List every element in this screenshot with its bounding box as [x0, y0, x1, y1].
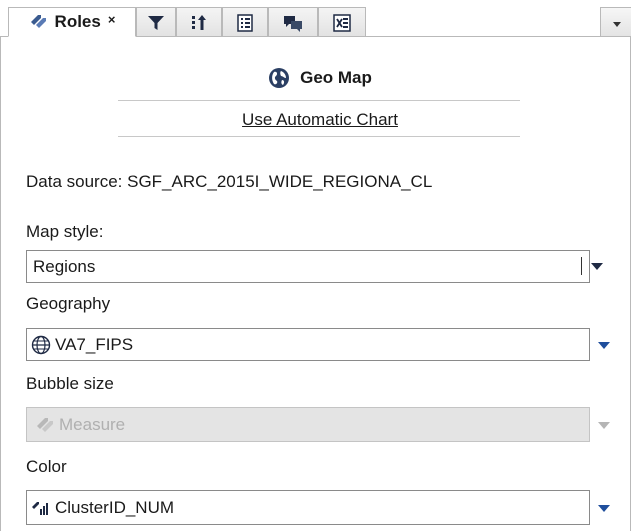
close-icon[interactable]: ×	[108, 12, 116, 27]
tab-roles[interactable]: Roles ×	[8, 7, 136, 37]
comments-icon	[284, 15, 302, 32]
properties-icon	[237, 13, 253, 32]
auto-chart-link-row: Use Automatic Chart	[120, 110, 520, 130]
globe-icon	[269, 68, 290, 88]
use-automatic-chart-link[interactable]: Use Automatic Chart	[242, 110, 398, 129]
tab-filters[interactable]	[136, 7, 176, 37]
bubble-size-field: Measure	[26, 407, 590, 442]
chart-type-title: Geo Map	[120, 67, 520, 89]
bubble-size-label: Bubble size	[26, 374, 114, 393]
geography-label: Geography	[26, 294, 111, 313]
chart-type-label: Geo Map	[300, 68, 372, 87]
tab-properties[interactable]	[222, 7, 268, 37]
tab-sort[interactable]	[176, 7, 222, 37]
roles-icon	[30, 15, 46, 28]
color-field[interactable]: ClusterID_NUM	[26, 490, 590, 525]
map-style-label: Map style:	[26, 222, 104, 241]
map-style-select[interactable]: Regions	[26, 250, 590, 283]
sort-icon	[192, 14, 206, 30]
geography-chevron-down-icon[interactable]	[598, 342, 610, 349]
title-divider	[118, 100, 520, 101]
select-separator	[581, 257, 582, 275]
geography-icon	[31, 335, 51, 354]
tab-roles-label: Roles	[54, 12, 101, 31]
tab-menu-button[interactable]	[600, 7, 631, 37]
map-style-chevron-down-icon[interactable]	[591, 263, 603, 270]
tab-export[interactable]	[318, 7, 366, 37]
measure-icon	[37, 417, 53, 432]
tab-comments[interactable]	[268, 7, 318, 37]
filter-icon	[148, 15, 164, 30]
geography-value: VA7_FIPS	[55, 334, 134, 354]
color-label: Color	[26, 457, 67, 476]
data-source-text: Data source: SGF_ARC_2015I_WIDE_REGIONA_…	[26, 172, 433, 191]
panel-left-border	[0, 36, 1, 531]
bubble-size-chevron-down-icon	[598, 422, 610, 429]
map-style-value: Regions	[33, 256, 96, 276]
bubble-size-placeholder: Measure	[59, 414, 126, 434]
color-chevron-down-icon[interactable]	[598, 505, 610, 512]
auto-chart-divider	[118, 136, 520, 137]
export-icon	[333, 13, 351, 32]
category-icon	[32, 501, 48, 515]
color-value: ClusterID_NUM	[55, 497, 175, 517]
geography-field[interactable]: VA7_FIPS	[26, 328, 590, 361]
